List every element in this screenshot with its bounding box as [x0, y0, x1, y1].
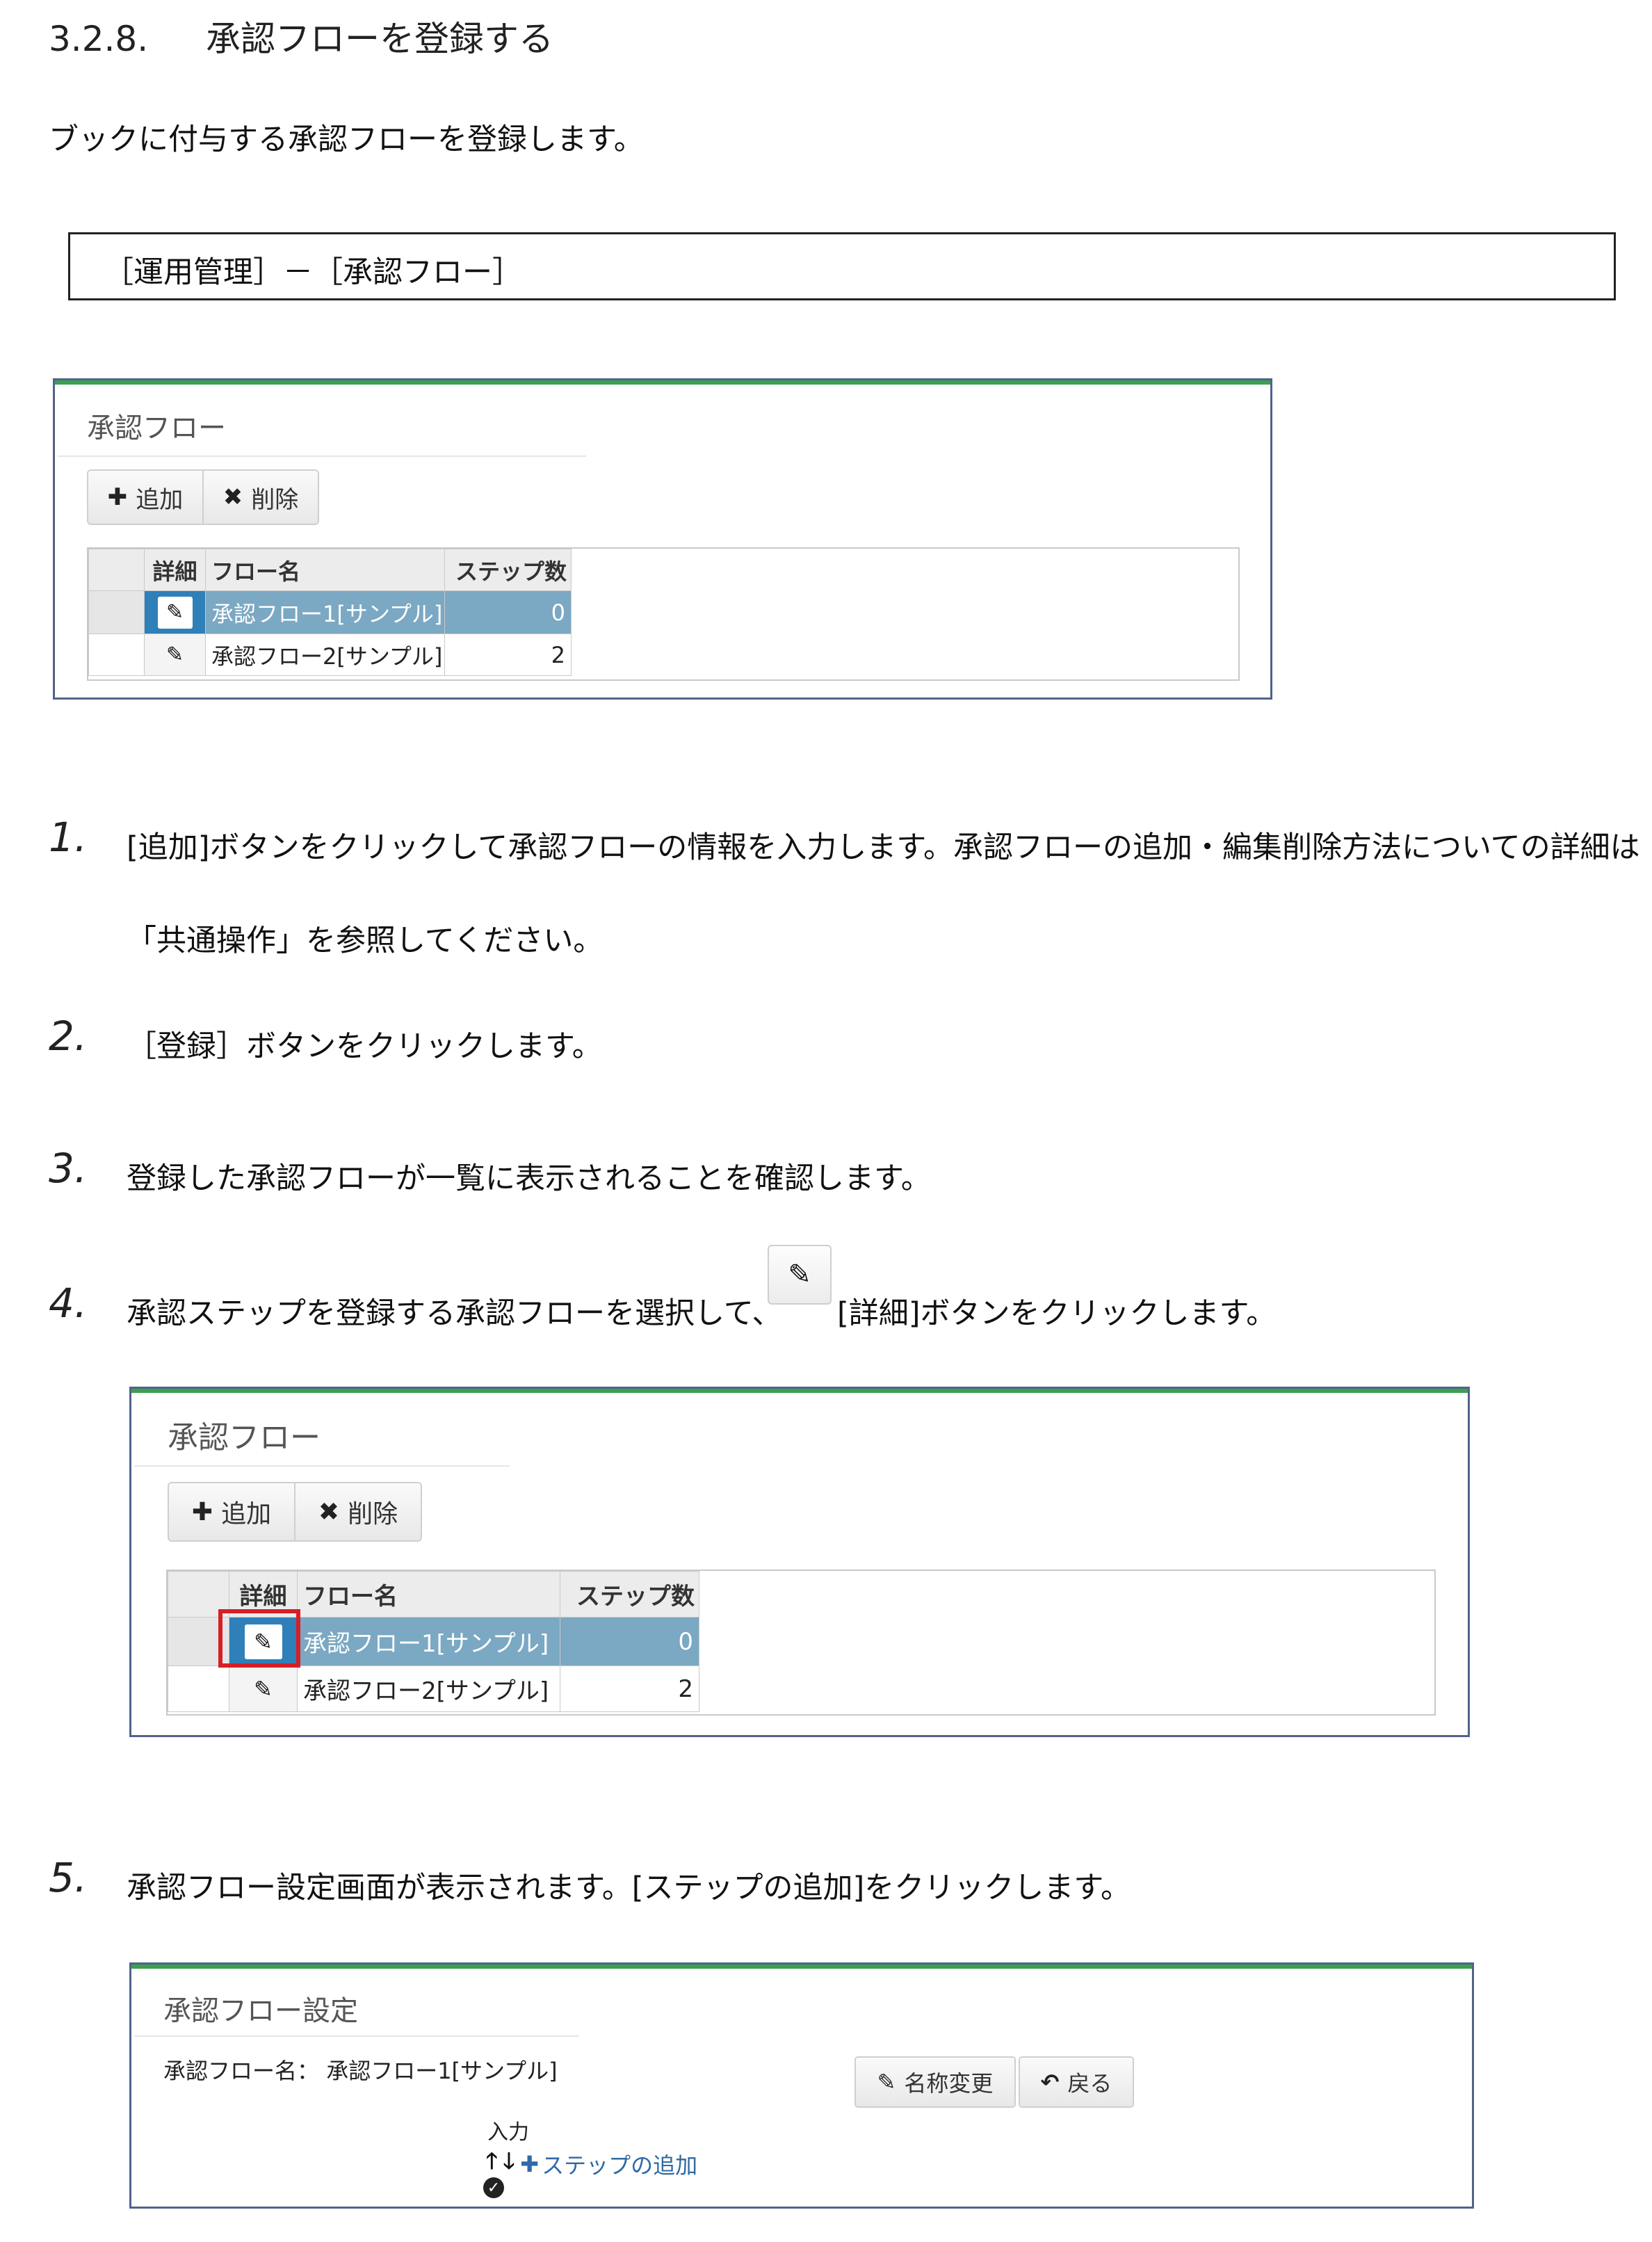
step-number: 2.: [49, 1013, 88, 1060]
delete-button-label: 削除: [251, 485, 299, 514]
flow-grid: 詳細 フロー名 ステップ数 ✎ 承認フロー1[サンプル] 0 ✎ 承認フロー2[…: [87, 547, 1240, 681]
flow-name-cell: 承認フロー1[サンプル]: [205, 590, 445, 634]
menu-path-box: ［運用管理］－［承認フロー］: [68, 232, 1616, 300]
step-number: 1.: [49, 814, 88, 861]
step-count-cell: 2: [560, 1666, 699, 1712]
step-count-cell: 0: [560, 1617, 699, 1666]
add-button-label: 追加: [136, 485, 184, 514]
flow-grid: 詳細 フロー名 ステップ数 ✎ 承認フロー1[サンプル] 0 ✎ 承認フロー2[…: [166, 1570, 1436, 1716]
approval-flow-panel-1: 承認フロー ✚ 追加 ✖ 削除 詳細 フロー名 ステップ数 ✎ 承認フロー1[サ: [53, 378, 1272, 700]
step-3-text: 登録した承認フローが一覧に表示されることを確認します。: [127, 1161, 931, 1196]
step-number: 3.: [49, 1145, 88, 1192]
column-header-step-count: ステップ数: [560, 1571, 699, 1618]
flow-name-value: 承認フロー1[サンプル]: [326, 2058, 558, 2084]
step-4-text-after: [詳細]ボタンをクリックします。: [837, 1296, 1277, 1331]
delete-button-label: 削除: [348, 1500, 398, 1529]
plus-icon: ✚: [191, 1497, 213, 1526]
rename-button[interactable]: ✎ 名称変更: [856, 2058, 1014, 2106]
add-button[interactable]: ✚ 追加: [169, 1483, 294, 1540]
column-header-flow-name: フロー名: [205, 549, 445, 591]
step-5-text: 承認フロー設定画面が表示されます。[ステップの追加]をクリックします。: [127, 1871, 1131, 1905]
panel-title: 承認フロー設定: [163, 1995, 358, 2027]
flow-name-cell: 承認フロー2[サンプル]: [205, 634, 445, 676]
column-header-flow-name: フロー名: [297, 1571, 560, 1618]
add-button-label: 追加: [221, 1500, 272, 1529]
pencil-icon: ✎: [877, 2069, 896, 2095]
step-1-text-continued: 「共通操作」を参照してください。: [127, 924, 604, 958]
step-count-cell: 2: [444, 634, 572, 676]
detail-button[interactable]: ✎: [245, 1672, 282, 1707]
detail-button[interactable]: ✎: [157, 596, 193, 629]
section-heading: 3.2.8. 承認フローを登録する: [49, 11, 553, 61]
menu-path: ［運用管理］－［承認フロー］: [104, 255, 522, 290]
x-icon: ✖: [318, 1497, 340, 1526]
approval-flow-panel-2: 承認フロー ✚ 追加 ✖ 削除 詳細 フロー名 ステップ数 ✎ 承認フロー1[サ: [129, 1387, 1470, 1737]
intro-text: ブックに付与する承認フローを登録します。: [49, 122, 644, 157]
panel-title: 承認フロー: [168, 1420, 321, 1455]
rename-button-label: 名称変更: [904, 2070, 994, 2097]
plus-icon: ✚: [520, 2151, 540, 2177]
step-2-text: ［登録］ボタンをクリックします。: [127, 1029, 602, 1064]
input-label: 入力: [487, 2120, 529, 2145]
step-number: 4.: [49, 1280, 88, 1327]
delete-button[interactable]: ✖ 削除: [294, 1483, 421, 1540]
add-step-label: ステップの追加: [542, 2152, 698, 2179]
check-circle-icon: ✓: [483, 2177, 504, 2198]
back-button-label: 戻る: [1067, 2070, 1112, 2097]
back-button[interactable]: ↶ 戻る: [1020, 2058, 1133, 2106]
step-number: 5.: [49, 1854, 88, 1901]
undo-icon: ↶: [1040, 2069, 1060, 2095]
column-header-step-count: ステップ数: [444, 549, 572, 591]
section-title: 承認フローを登録する: [206, 19, 553, 59]
delete-button[interactable]: ✖ 削除: [202, 471, 318, 524]
table-row[interactable]: ✎ 承認フロー2[サンプル] 2: [88, 634, 572, 676]
table-row[interactable]: ✎ 承認フロー2[サンプル] 2: [168, 1666, 699, 1712]
step-count-cell: 0: [444, 590, 572, 634]
step-1-text: [追加]ボタンをクリックして承認フローの情報を入力します。承認フローの追加・編集…: [127, 830, 1640, 865]
panel-title: 承認フロー: [87, 412, 226, 444]
section-number: 3.2.8.: [49, 19, 149, 59]
column-header-detail: 詳細: [144, 549, 206, 591]
step-4-text: 承認ステップを登録する承認フローを選択して、: [127, 1296, 782, 1331]
flow-name-cell: 承認フロー1[サンプル]: [297, 1617, 560, 1666]
add-button[interactable]: ✚ 追加: [88, 471, 202, 524]
add-step-link[interactable]: ✚ ステップの追加: [520, 2148, 697, 2180]
approval-flow-settings-panel: 承認フロー設定 承認フロー名： 承認フロー1[サンプル] ✎ 名称変更 ↶ 戻る…: [129, 1962, 1474, 2209]
detail-button[interactable]: ✎: [158, 639, 193, 671]
arrow-down-icon[interactable]: 🡓: [503, 2145, 515, 2183]
x-icon: ✖: [222, 483, 243, 511]
flow-name-cell: 承認フロー2[サンプル]: [297, 1666, 560, 1712]
detail-pencil-icon: ✎: [768, 1245, 832, 1305]
plus-icon: ✚: [107, 483, 128, 511]
flow-name-label: 承認フロー名：: [163, 2058, 320, 2084]
table-row[interactable]: ✎ 承認フロー1[サンプル] 0: [88, 590, 572, 634]
detail-button-highlight: [218, 1609, 300, 1668]
